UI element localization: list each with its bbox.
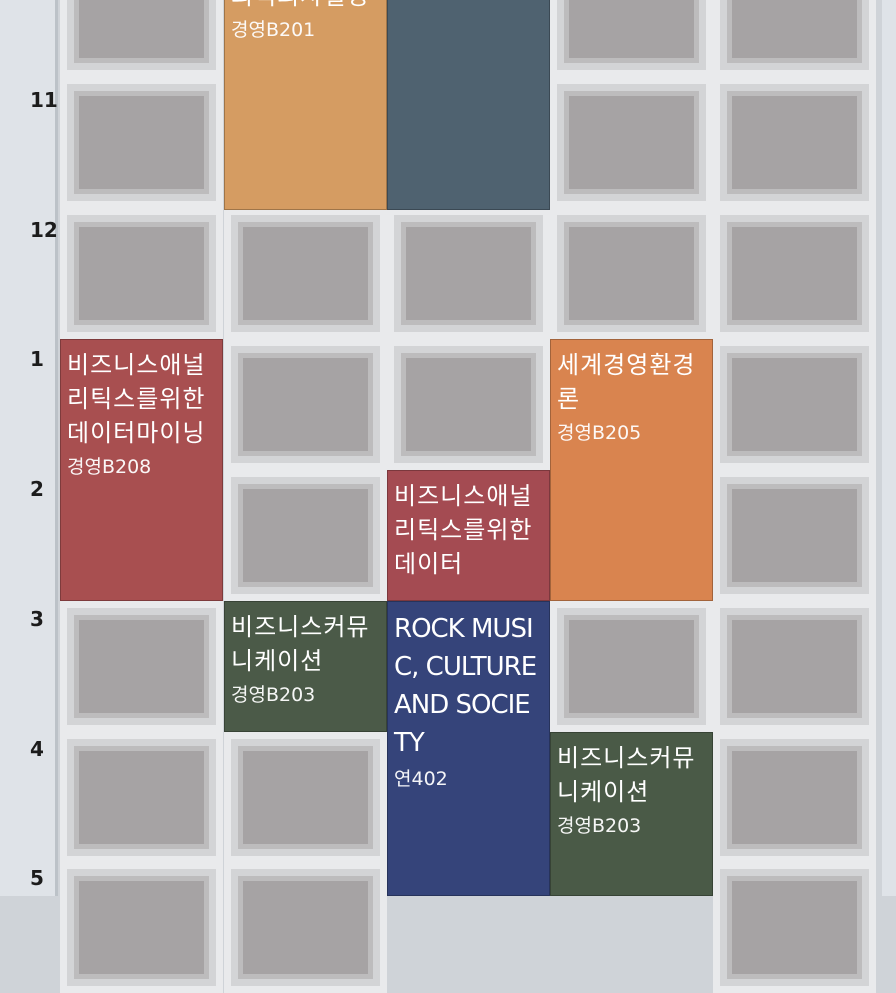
hour-label-5: 5 — [30, 866, 44, 890]
right-edge — [882, 0, 896, 896]
empty-slot[interactable] — [60, 208, 223, 339]
course-name: 비즈니스커뮤니케이션 — [231, 613, 370, 675]
course-block[interactable]: ROCK MUSIC, CULTURE AND SOCIETY 연402 — [387, 601, 550, 896]
course-name: ROCK MUSIC, CULTURE AND SOCIETY — [394, 614, 537, 758]
empty-slot[interactable] — [60, 732, 223, 863]
course-room: 경영B201 — [231, 19, 316, 41]
empty-slot[interactable] — [60, 0, 223, 77]
hour-label-11: 11 — [30, 88, 58, 112]
hour-label-4: 4 — [30, 737, 44, 761]
empty-slot[interactable] — [713, 601, 876, 732]
empty-slot[interactable] — [550, 208, 713, 339]
hour-label-2: 2 — [30, 477, 44, 501]
empty-slot[interactable] — [713, 470, 876, 601]
course-name: 최적의사결정 — [231, 0, 380, 13]
course-block[interactable]: 최적의사결정 경영B201 — [224, 0, 387, 210]
course-room: 경영B203 — [231, 684, 316, 706]
empty-slot[interactable] — [387, 208, 550, 339]
empty-slot[interactable] — [713, 339, 876, 470]
hour-label-1: 1 — [30, 347, 44, 371]
course-block[interactable] — [387, 0, 550, 210]
empty-slot[interactable] — [224, 208, 387, 339]
empty-slot[interactable] — [713, 77, 876, 208]
empty-slot[interactable] — [713, 862, 876, 993]
empty-slot[interactable] — [224, 732, 387, 863]
empty-slot[interactable] — [550, 601, 713, 732]
course-room: 경영B208 — [67, 456, 152, 478]
course-block[interactable]: 세계경영환경론 경영B205 — [550, 339, 713, 601]
empty-slot[interactable] — [60, 601, 223, 732]
empty-slot[interactable] — [224, 470, 387, 601]
empty-slot[interactable] — [224, 862, 387, 993]
course-name: 비즈니스애널리틱스를위한데이터 — [394, 482, 533, 578]
course-room: 연402 — [394, 768, 448, 790]
empty-slot[interactable] — [713, 208, 876, 339]
empty-slot[interactable] — [550, 77, 713, 208]
empty-slot[interactable] — [713, 0, 876, 77]
hour-label-12: 12 — [30, 218, 58, 242]
empty-slot[interactable] — [224, 339, 387, 470]
empty-slot[interactable] — [60, 862, 223, 993]
course-room: 경영B203 — [557, 815, 642, 837]
course-room: 경영B205 — [557, 422, 642, 444]
empty-slot[interactable] — [60, 77, 223, 208]
course-block[interactable]: 비즈니스커뮤니케이션 경영B203 — [550, 732, 713, 896]
course-name: 비즈니스애널리틱스를위한데이터마이닝 — [67, 351, 206, 447]
course-name: 비즈니스커뮤니케이션 — [557, 744, 696, 806]
empty-slot[interactable] — [550, 0, 713, 77]
hour-label-3: 3 — [30, 607, 44, 631]
course-block[interactable]: 비즈니스커뮤니케이션 경영B203 — [224, 601, 387, 732]
empty-slot[interactable] — [713, 732, 876, 863]
empty-slot[interactable] — [387, 339, 550, 470]
course-block[interactable]: 비즈니스애널리틱스를위한데이터 — [387, 470, 550, 601]
course-name: 세계경영환경론 — [557, 351, 696, 413]
course-block[interactable]: 비즈니스애널리틱스를위한데이터마이닝 경영B208 — [60, 339, 223, 601]
time-axis — [0, 0, 58, 896]
